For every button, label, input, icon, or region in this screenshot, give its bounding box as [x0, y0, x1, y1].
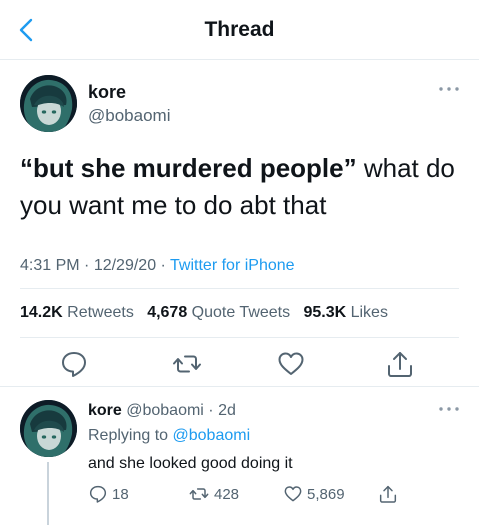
retweet-count: 428: [214, 485, 240, 503]
tweet-text-quote: “but she murdered people”: [20, 153, 357, 183]
replying-to: Replying to @bobaomi: [88, 427, 251, 444]
reply-icon[interactable]: [59, 349, 89, 379]
reply-author-name[interactable]: kore: [88, 402, 122, 419]
share-icon[interactable]: [385, 349, 415, 379]
more-options-icon[interactable]: [438, 85, 460, 93]
avatar-image: [20, 400, 77, 457]
reply-count: 18: [112, 485, 129, 503]
page-title: Thread: [204, 18, 275, 41]
reply-text: and she looked good doing it: [88, 455, 293, 472]
likes-stat[interactable]: 95.3K Likes: [303, 304, 388, 321]
reply-age: · 2d: [203, 402, 236, 419]
avatar[interactable]: [20, 400, 77, 457]
avatar[interactable]: [20, 75, 77, 132]
tweet-time: 4:31 PM: [20, 257, 80, 274]
more-options-icon[interactable]: [438, 405, 460, 413]
retweets-stat[interactable]: 14.2K Retweets: [20, 304, 134, 321]
divider: [0, 386, 479, 387]
top-nav-bar: Thread: [0, 0, 479, 60]
author-name[interactable]: kore: [88, 82, 126, 103]
avatar-image: [20, 75, 77, 132]
retweet-icon[interactable]: [172, 349, 202, 379]
reply-header: kore @bobaomi · 2d: [88, 402, 236, 420]
meta-separator: ·: [79, 257, 94, 274]
tweet-source-link[interactable]: Twitter for iPhone: [170, 257, 295, 274]
tweet-meta: 4:31 PM · 12/29/20 · Twitter for iPhone: [20, 257, 295, 275]
like-icon[interactable]: [276, 349, 306, 379]
reply-retweet-button[interactable]: 428: [188, 483, 239, 505]
tweet-text: “but she murdered people” what do you wa…: [20, 150, 460, 224]
divider: [20, 337, 459, 338]
thread-connector-line: [47, 462, 49, 525]
like-count: 5,869: [307, 485, 345, 503]
like-icon: [284, 486, 302, 502]
tweet-stats: 14.2K Retweets 4,678 Quote Tweets 95.3K …: [20, 304, 388, 322]
reply-reply-button[interactable]: 18: [88, 483, 129, 505]
author-handle[interactable]: @bobaomi: [88, 106, 170, 126]
divider: [20, 288, 459, 289]
replying-to-mention[interactable]: @bobaomi: [173, 427, 251, 444]
reply-like-button[interactable]: 5,869: [283, 483, 345, 505]
meta-separator: ·: [156, 257, 171, 274]
reply-icon: [89, 485, 107, 503]
quote-tweets-stat[interactable]: 4,678 Quote Tweets: [147, 304, 290, 321]
tweet-date: 12/29/20: [93, 257, 157, 274]
share-icon: [379, 485, 397, 503]
reply-author-handle[interactable]: @bobaomi: [122, 402, 204, 419]
retweet-icon: [189, 488, 209, 500]
reply-share-button[interactable]: [378, 483, 402, 505]
